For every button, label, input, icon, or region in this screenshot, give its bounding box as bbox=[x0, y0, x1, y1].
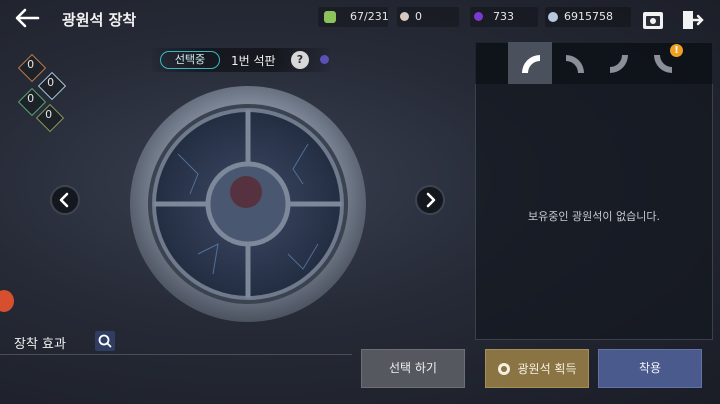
resource-silver-value: 6915758 bbox=[564, 10, 613, 23]
resource-stamina-value: 67/231 bbox=[350, 10, 389, 23]
acquire-stone-button[interactable]: 광원석 획득 bbox=[485, 349, 589, 388]
center-emblem-icon bbox=[230, 176, 262, 208]
empty-inventory-message: 보유중인 광원석이 없습니다. bbox=[528, 210, 660, 223]
search-icon bbox=[98, 334, 112, 348]
equip-button[interactable]: 착용 bbox=[598, 349, 702, 388]
acquire-stone-label: 광원석 획득 bbox=[517, 362, 577, 376]
light-rune-icon[interactable]: 0 bbox=[37, 71, 67, 101]
back-arrow-icon bbox=[15, 8, 40, 28]
resource-silver[interactable]: 6915758 bbox=[548, 10, 613, 23]
page-title: 광원석 장착 bbox=[62, 11, 137, 29]
resource-crystal[interactable]: 733 bbox=[474, 10, 514, 23]
pearl-icon bbox=[400, 12, 409, 21]
back-button[interactable] bbox=[12, 6, 42, 30]
arc-segment-2-icon bbox=[566, 55, 584, 73]
exit-icon bbox=[683, 11, 704, 29]
next-tablet-button[interactable] bbox=[415, 185, 445, 215]
selected-badge: 선택중 bbox=[160, 51, 220, 69]
resource-pearl[interactable]: 0 bbox=[400, 10, 422, 23]
help-button[interactable]: ? bbox=[291, 51, 309, 69]
notification-tab-icon[interactable] bbox=[0, 290, 14, 312]
stone-tablet[interactable] bbox=[128, 84, 368, 324]
arc-segment-3-icon bbox=[610, 55, 628, 73]
select-button[interactable]: 선택 하기 bbox=[361, 349, 465, 388]
resource-crystal-value: 733 bbox=[493, 10, 514, 23]
earth-rune-icon[interactable]: 0 bbox=[35, 103, 65, 133]
chevron-right-icon bbox=[426, 192, 436, 208]
fire-rune-icon[interactable]: 0 bbox=[17, 53, 47, 83]
purple-crystal-icon bbox=[474, 12, 483, 21]
tab-stone-slot-2[interactable] bbox=[552, 42, 596, 84]
top-bar: 광원석 장착 67/231 0 733 6915758 bbox=[0, 0, 720, 40]
stone-inventory-panel bbox=[475, 42, 713, 340]
storage-button[interactable] bbox=[641, 8, 665, 32]
green-gem-icon bbox=[324, 10, 336, 23]
alert-badge: ! bbox=[670, 44, 683, 57]
gear-badge-icon bbox=[498, 362, 511, 375]
chevron-left-icon bbox=[59, 192, 69, 208]
equip-effect-label: 장착 효과 bbox=[14, 337, 66, 352]
exit-button[interactable] bbox=[680, 8, 704, 32]
resource-pearl-value: 0 bbox=[415, 10, 422, 23]
slot-indicators: 0 0 0 0 bbox=[17, 53, 68, 133]
sparkle-icon bbox=[320, 55, 329, 64]
silver-coin-icon bbox=[548, 11, 558, 22]
effect-search-button[interactable] bbox=[95, 331, 115, 351]
tab-stone-slot-1[interactable] bbox=[508, 42, 552, 84]
tablet-name: 1번 석판 bbox=[231, 54, 276, 68]
prev-tablet-button[interactable] bbox=[50, 185, 80, 215]
arc-segment-1-icon bbox=[522, 55, 540, 73]
resource-stamina[interactable]: 67/231 bbox=[324, 10, 389, 23]
tab-stone-slot-3[interactable] bbox=[596, 42, 640, 84]
divider bbox=[0, 354, 352, 355]
storage-icon bbox=[643, 12, 663, 29]
